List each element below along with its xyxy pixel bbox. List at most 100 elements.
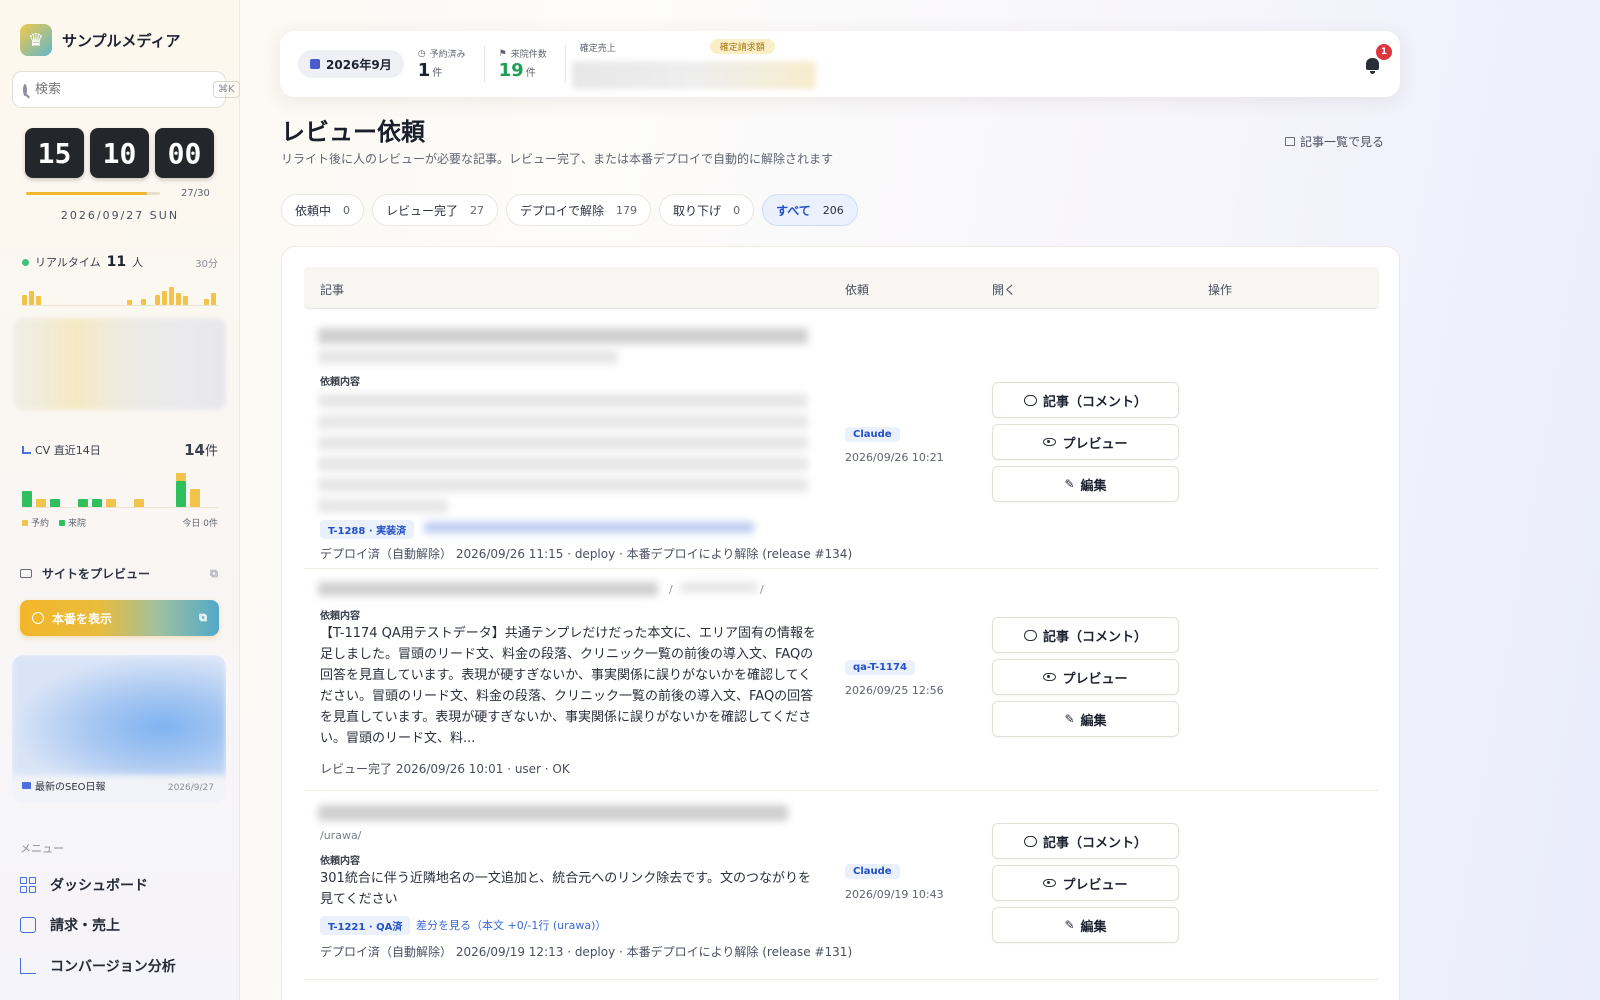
- cv-bar-reserve: [36, 499, 46, 507]
- filter-tabs: 依頼中 0 レビュー完了 27 デプロイで解除 179 取り下げ 0 すべて 206: [281, 194, 858, 226]
- calendar-icon: [310, 59, 320, 69]
- month-selector[interactable]: 2026年9月: [298, 50, 404, 78]
- filter-pending[interactable]: 依頼中 0: [281, 194, 365, 226]
- notifications-button[interactable]: 1: [1364, 44, 1392, 74]
- bell-icon: [1366, 58, 1379, 74]
- page-title: レビュー依頼: [281, 118, 425, 146]
- blurred-title: [318, 805, 788, 821]
- view-live-button[interactable]: 本番を表示 ⧉: [20, 600, 219, 636]
- realtime-unit: 人: [132, 256, 144, 269]
- filter-withdrawn[interactable]: 取り下げ 0: [659, 194, 755, 226]
- clock-minutes: 10: [90, 128, 149, 178]
- realtime-bar: [204, 299, 209, 305]
- filter-deploy-cleared[interactable]: デプロイで解除 179: [506, 194, 652, 226]
- globe-icon: [32, 612, 44, 624]
- seo-report-image: [12, 655, 226, 775]
- ticket-tag: T-1221 · QA済: [320, 916, 411, 935]
- visit-swatch: [59, 520, 66, 526]
- top-bar: 2026年9月 ◷ 予約済み 1件 ⚑ 来院件数 19 件 確定売上 確定請求額 1: [280, 31, 1400, 97]
- filter-label: 取り下げ: [673, 203, 722, 218]
- open-comment-button[interactable]: 記事（コメント）: [992, 823, 1179, 859]
- blurred-request: [318, 436, 808, 450]
- day-progress-fill: [26, 192, 147, 195]
- blurred-diff-link[interactable]: [424, 522, 754, 533]
- request-label: 依頼内容: [320, 856, 360, 867]
- preview-site-link[interactable]: サイトをプレビュー ⧉: [20, 565, 218, 582]
- edit-button[interactable]: ✎ 編集: [992, 701, 1179, 737]
- blurred-request: [318, 499, 448, 513]
- nav-dashboard[interactable]: ダッシュボード: [20, 875, 220, 895]
- kpi-divider: [564, 45, 566, 83]
- realtime-header: リアルタイム 11 人 30分: [22, 254, 218, 270]
- kpi-reserved-unit: 件: [432, 68, 443, 79]
- edit-button[interactable]: ✎ 編集: [992, 907, 1179, 943]
- table-row: / / 依頼内容 【T-1174 QA用テストデータ】共通テンプレだけだった本文…: [304, 569, 1379, 791]
- requester-badge: Claude: [845, 427, 900, 442]
- diff-link[interactable]: 差分を見る（本文 +0/-1行 (urawa)）: [416, 917, 606, 933]
- brand-name: サンプルメディア: [62, 31, 181, 50]
- cv-chart: [22, 462, 218, 508]
- comment-icon: [1023, 394, 1037, 406]
- kpi-reserved: ◷ 予約済み 1件: [418, 47, 466, 82]
- kpi-reserved-label-wrap: ◷ 予約済み: [418, 47, 466, 61]
- preview-button[interactable]: プレビュー: [992, 659, 1179, 695]
- preview-button[interactable]: プレビュー: [992, 865, 1179, 901]
- requester-badge: qa-T-1174: [845, 660, 915, 675]
- view-article-list-label: 記事一覧で見る: [1300, 135, 1385, 149]
- edit-button[interactable]: ✎ 編集: [992, 466, 1179, 502]
- realtime-bar: [36, 296, 41, 305]
- cv-header: CV 直近14日 14件: [22, 440, 218, 459]
- nav-billing[interactable]: 請求・売上: [20, 915, 220, 935]
- blurred-request: [318, 415, 808, 429]
- preview-label: プレビュー: [1062, 671, 1128, 687]
- open-comment-label: 記事（コメント）: [1042, 394, 1147, 410]
- realtime-bar: [141, 299, 146, 305]
- blurred-request: [318, 457, 808, 471]
- kpi-sales-blurred: [571, 61, 816, 89]
- cv-bar-visit: [22, 491, 32, 507]
- realtime-label: リアルタイム: [35, 256, 101, 269]
- brand[interactable]: ♛ サンプルメディア: [20, 24, 181, 56]
- flag-icon: ⚑: [498, 48, 507, 59]
- cv-bar-visit: [50, 499, 60, 507]
- realtime-bar: [176, 293, 181, 305]
- cv-unit: 件: [204, 444, 218, 459]
- nav-dashboard-label: ダッシュボード: [50, 878, 148, 894]
- external-link-icon: ⧉: [210, 566, 218, 580]
- open-comment-button[interactable]: 記事（コメント）: [992, 617, 1179, 653]
- seo-report-card[interactable]: 最新のSEO日報 2026/9/27: [12, 655, 226, 803]
- seo-report-date: 2026/9/27: [167, 783, 214, 793]
- newspaper-icon: [22, 782, 31, 789]
- article-path: /urawa/: [320, 829, 362, 842]
- col-request: 依頼: [845, 283, 870, 297]
- search-input[interactable]: [35, 82, 205, 97]
- cv-bar-visit: [78, 499, 88, 507]
- row-status: レビュー完了 2026/09/26 10:01 · user · OK: [320, 762, 570, 776]
- view-article-list-link[interactable]: 記事一覧で見る: [1285, 133, 1384, 150]
- preview-button[interactable]: プレビュー: [992, 424, 1179, 460]
- cv-legend: 予約 来院 今日 0件: [22, 516, 218, 529]
- ticket-tag: T-1288 · 実装済: [320, 520, 415, 539]
- filter-all[interactable]: すべて 206: [762, 194, 858, 226]
- cv-count-wrap: 14件: [184, 440, 218, 459]
- cv-bar-reserve: [106, 499, 116, 507]
- filter-label: すべて: [776, 203, 811, 218]
- realtime-bar: [169, 287, 174, 305]
- nav-conversion[interactable]: コンバージョン分析: [20, 956, 220, 976]
- reserve-swatch: [22, 520, 28, 526]
- open-comment-button[interactable]: 記事（コメント）: [992, 382, 1179, 418]
- search-box[interactable]: ⌘K: [12, 71, 240, 108]
- grid-icon: [20, 877, 36, 893]
- blurred-path: [680, 582, 758, 593]
- table-header: 記事 依頼 開く 操作: [304, 267, 1379, 309]
- sidebar: ♛ サンプルメディア ⌘K 15 10 00 27/30 2026/09/27 …: [0, 0, 240, 1000]
- clock-seconds: 00: [155, 128, 214, 178]
- request-time: 2026/09/25 12:56: [845, 684, 944, 697]
- cv-count: 14: [184, 441, 205, 459]
- request-label: 依頼内容: [320, 377, 360, 388]
- seo-report-label: 最新のSEO日報: [35, 782, 106, 793]
- pencil-icon: ✎: [1064, 477, 1075, 491]
- edit-label: 編集: [1080, 713, 1107, 729]
- invoice-icon: [20, 917, 36, 933]
- filter-reviewed[interactable]: レビュー完了 27: [372, 194, 499, 226]
